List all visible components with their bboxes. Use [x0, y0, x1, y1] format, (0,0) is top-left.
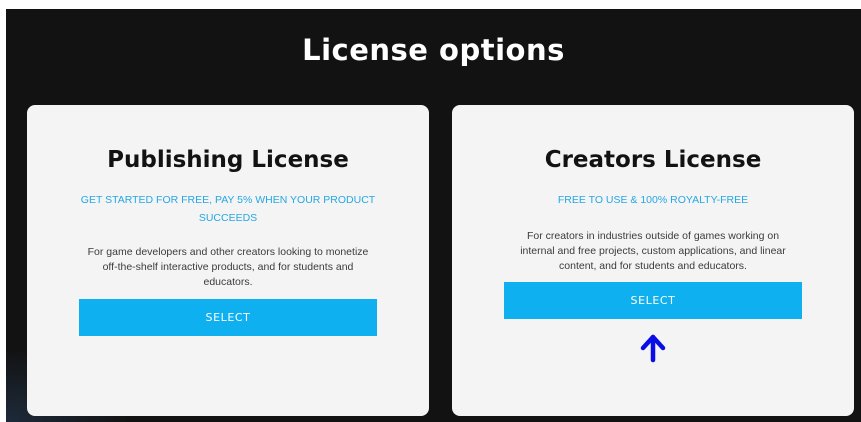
card-tagline: FREE TO USE & 100% ROYALTY-FREE: [557, 194, 749, 206]
license-options-section: License options Publishing License GET S…: [6, 9, 861, 422]
card-title: Publishing License: [107, 147, 349, 173]
select-creators-button[interactable]: SELECT: [504, 282, 802, 319]
publishing-license-card: Publishing License GET STARTED FOR FREE,…: [27, 105, 429, 416]
select-publishing-button[interactable]: SELECT: [79, 299, 377, 336]
creators-license-card: Creators License FREE TO USE & 100% ROYA…: [452, 105, 854, 416]
up-arrow-icon: [640, 334, 666, 363]
card-tagline: GET STARTED FOR FREE, PAY 5% WHEN YOUR P…: [80, 194, 376, 224]
card-description: For game developers and other creators l…: [87, 246, 369, 288]
card-title: Creators License: [544, 147, 762, 173]
card-description: For creators in industries outside of ga…: [520, 230, 786, 272]
page-title: License options: [302, 33, 565, 67]
